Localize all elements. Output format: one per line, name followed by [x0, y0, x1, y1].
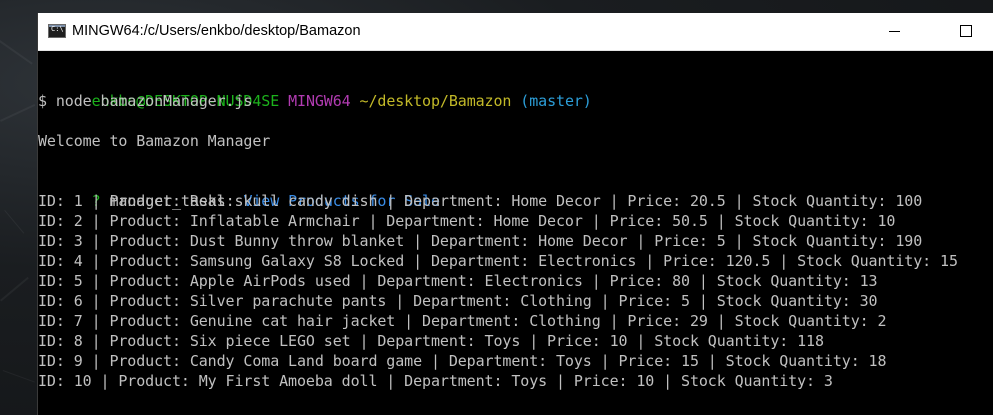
maximize-icon: [960, 25, 972, 37]
product-row: ID: 5 | Product: Apple AirPods used | De…: [38, 272, 878, 290]
terminal-window[interactable]: C:\ MINGW64:/c/Users/enkbo/desktop/Bamaz…: [38, 13, 993, 415]
product-row: ID: 2 | Product: Inflatable Armchair | D…: [38, 212, 896, 230]
window-titlebar[interactable]: C:\ MINGW64:/c/Users/enkbo/desktop/Bamaz…: [38, 13, 993, 51]
background-texture: [2, 370, 35, 383]
product-row: ID: 10 | Product: My First Amoeba doll |…: [38, 372, 833, 390]
prompt-path: ~/desktop/Bamazon: [359, 92, 512, 110]
prompt-branch: (master): [520, 92, 592, 110]
terminal-output[interactable]: enkbo@DESKTOP-NUSD4SE MINGW64 ~/desktop/…: [38, 71, 993, 415]
terminal-app-icon[interactable]: C:\: [48, 24, 66, 38]
background-texture: [0, 103, 36, 122]
product-row: ID: 6 | Product: Silver parachute pants …: [38, 292, 878, 310]
prompt-line: enkbo@DESKTOP-NUSD4SE MINGW64 ~/desktop/…: [38, 71, 592, 110]
background-texture: [0, 40, 33, 65]
product-row: ID: 4 | Product: Samsung Galaxy S8 Locke…: [38, 252, 958, 270]
question-line: ? manager_tasks: View Products for Sale: [38, 171, 440, 210]
product-row: ID: 1 | Product: Real skull candy dish |…: [38, 192, 923, 210]
product-row: ID: 9 | Product: Candy Coma Land board g…: [38, 352, 887, 370]
product-row: ID: 7 | Product: Genuine cat hair jacket…: [38, 312, 887, 330]
minimize-icon: [889, 31, 900, 32]
maximize-button[interactable]: [942, 13, 988, 50]
icon-label: C:\: [51, 25, 64, 33]
background-texture: [0, 276, 29, 302]
prompt-shell: MINGW64: [288, 92, 351, 110]
product-row: ID: 8 | Product: Six piece LEGO set | De…: [38, 332, 824, 350]
product-row: ID: 3 | Product: Dust Bunny throw blanke…: [38, 232, 923, 250]
minimize-button[interactable]: [872, 13, 918, 50]
welcome-message: Welcome to Bamazon Manager: [38, 132, 271, 150]
window-title: MINGW64:/c/Users/enkbo/desktop/Bamazon: [72, 23, 361, 39]
command-line: $ node bamazonManager.js: [38, 92, 253, 110]
background-texture: [4, 210, 25, 234]
